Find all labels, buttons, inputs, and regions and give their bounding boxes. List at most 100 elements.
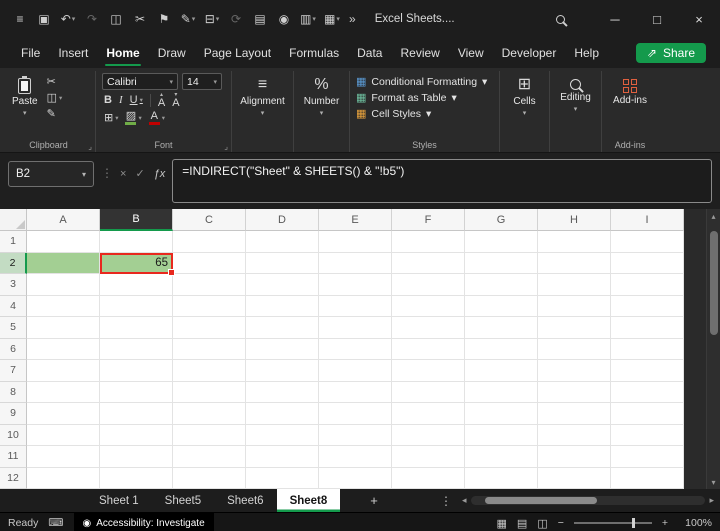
cell-F12[interactable] bbox=[392, 468, 465, 490]
cell-C5[interactable] bbox=[173, 317, 246, 339]
cell-E10[interactable] bbox=[319, 425, 392, 447]
toolbar-overflow-button[interactable]: » bbox=[344, 12, 361, 26]
cell-E4[interactable] bbox=[319, 296, 392, 318]
minimize-button[interactable]: ─ bbox=[594, 0, 636, 38]
cell-B7[interactable] bbox=[100, 360, 173, 382]
decrease-font-size-button[interactable]: ▾A bbox=[172, 93, 179, 108]
print-button[interactable]: ⊟▾ bbox=[200, 4, 224, 34]
zoom-in-button[interactable]: + bbox=[662, 517, 668, 529]
cell-E11[interactable] bbox=[319, 446, 392, 468]
cell-B3[interactable] bbox=[100, 274, 173, 296]
italic-button[interactable]: I bbox=[119, 94, 123, 107]
menu-tab-view[interactable]: View bbox=[449, 38, 493, 68]
column-header-f[interactable]: F bbox=[392, 209, 465, 231]
cell-A9[interactable] bbox=[27, 403, 100, 425]
copy-button[interactable]: ◫ bbox=[104, 4, 128, 34]
column-header-b[interactable]: B bbox=[100, 209, 173, 231]
fill-color-button[interactable]: ▨▾ bbox=[125, 111, 141, 125]
cell-H1[interactable] bbox=[538, 231, 611, 253]
copy-button[interactable]: ◫▾ bbox=[47, 92, 63, 105]
cell-H7[interactable] bbox=[538, 360, 611, 382]
cell-G6[interactable] bbox=[465, 339, 538, 361]
number-button[interactable]: % Number ▾ bbox=[300, 73, 344, 120]
row-header-9[interactable]: 9 bbox=[0, 403, 27, 425]
zoom-level[interactable]: 100% bbox=[678, 517, 712, 529]
cell-E2[interactable] bbox=[319, 253, 392, 275]
cell-F3[interactable] bbox=[392, 274, 465, 296]
cell-G3[interactable] bbox=[465, 274, 538, 296]
cell-H10[interactable] bbox=[538, 425, 611, 447]
scroll-up-icon[interactable]: ▴ bbox=[707, 209, 720, 223]
menu-tab-formulas[interactable]: Formulas bbox=[280, 38, 348, 68]
save-button[interactable]: ▣ bbox=[32, 4, 56, 34]
cell-D5[interactable] bbox=[246, 317, 319, 339]
cell-H3[interactable] bbox=[538, 274, 611, 296]
cell-F6[interactable] bbox=[392, 339, 465, 361]
formula-input[interactable]: =INDIRECT("Sheet" & SHEETS() & "!b5") bbox=[172, 159, 712, 203]
cell-C7[interactable] bbox=[173, 360, 246, 382]
pen-button[interactable]: ✎▾ bbox=[176, 4, 200, 34]
cell-E1[interactable] bbox=[319, 231, 392, 253]
flag-button[interactable]: ⚑ bbox=[152, 4, 176, 34]
cell-I10[interactable] bbox=[611, 425, 684, 447]
menu-tab-draw[interactable]: Draw bbox=[149, 38, 195, 68]
row-header-4[interactable]: 4 bbox=[0, 296, 27, 318]
camera-button[interactable]: ◉ bbox=[272, 4, 296, 34]
horizontal-scrollbar[interactable]: ◂ ▸ bbox=[462, 495, 720, 506]
vertical-scrollbar-thumb[interactable] bbox=[710, 231, 718, 335]
cell-C10[interactable] bbox=[173, 425, 246, 447]
column-header-d[interactable]: D bbox=[246, 209, 319, 231]
cell-G4[interactable] bbox=[465, 296, 538, 318]
cell-E3[interactable] bbox=[319, 274, 392, 296]
insert-function-button[interactable]: ƒx bbox=[154, 168, 166, 180]
column-header-g[interactable]: G bbox=[465, 209, 538, 231]
cell-H12[interactable] bbox=[538, 468, 611, 490]
menu-tab-developer[interactable]: Developer bbox=[493, 38, 566, 68]
font-color-button[interactable]: A▾ bbox=[149, 111, 165, 125]
cell-H5[interactable] bbox=[538, 317, 611, 339]
cell-A8[interactable] bbox=[27, 382, 100, 404]
format-as-table-button[interactable]: ▦ Format as Table ▾ bbox=[356, 91, 487, 104]
cell-D2[interactable] bbox=[246, 253, 319, 275]
cell-G12[interactable] bbox=[465, 468, 538, 490]
cell-I12[interactable] bbox=[611, 468, 684, 490]
paste-button[interactable]: Paste ▾ bbox=[8, 73, 42, 120]
addins-button[interactable]: Add-ins bbox=[609, 73, 651, 109]
zoom-slider-thumb[interactable] bbox=[632, 518, 635, 528]
cell-G1[interactable] bbox=[465, 231, 538, 253]
cell-D11[interactable] bbox=[246, 446, 319, 468]
sheet-tab-sheet-1[interactable]: Sheet 1 bbox=[86, 489, 152, 512]
cell-H2[interactable] bbox=[538, 253, 611, 275]
cell-H8[interactable] bbox=[538, 382, 611, 404]
cell-D3[interactable] bbox=[246, 274, 319, 296]
refresh-button[interactable]: ⟳ bbox=[224, 4, 248, 34]
close-button[interactable]: × bbox=[678, 0, 720, 38]
cell-E5[interactable] bbox=[319, 317, 392, 339]
chart-button[interactable]: ▥▾ bbox=[296, 4, 320, 34]
font-family-select[interactable]: Calibri ▾ bbox=[102, 73, 178, 90]
cell-H4[interactable] bbox=[538, 296, 611, 318]
vertical-scrollbar[interactable]: ▴ ▾ bbox=[706, 209, 720, 489]
cell-B6[interactable] bbox=[100, 339, 173, 361]
cell-B11[interactable] bbox=[100, 446, 173, 468]
cell-C1[interactable] bbox=[173, 231, 246, 253]
cell-D4[interactable] bbox=[246, 296, 319, 318]
cell-A1[interactable] bbox=[27, 231, 100, 253]
cell-D6[interactable] bbox=[246, 339, 319, 361]
cell-F2[interactable] bbox=[392, 253, 465, 275]
column-header-e[interactable]: E bbox=[319, 209, 392, 231]
row-header-3[interactable]: 3 bbox=[0, 274, 27, 296]
cell-A12[interactable] bbox=[27, 468, 100, 490]
cell-G2[interactable] bbox=[465, 253, 538, 275]
cell-E9[interactable] bbox=[319, 403, 392, 425]
row-header-5[interactable]: 5 bbox=[0, 317, 27, 339]
page-break-view-icon[interactable]: ◫ bbox=[537, 517, 547, 530]
alignment-button[interactable]: ≡ Alignment ▾ bbox=[236, 73, 288, 120]
cell-A3[interactable] bbox=[27, 274, 100, 296]
row-header-8[interactable]: 8 bbox=[0, 382, 27, 404]
cell-F7[interactable] bbox=[392, 360, 465, 382]
menu-tab-page-layout[interactable]: Page Layout bbox=[195, 38, 280, 68]
row-header-7[interactable]: 7 bbox=[0, 360, 27, 382]
undo-button[interactable]: ↶▾ bbox=[56, 4, 80, 34]
cell-E6[interactable] bbox=[319, 339, 392, 361]
